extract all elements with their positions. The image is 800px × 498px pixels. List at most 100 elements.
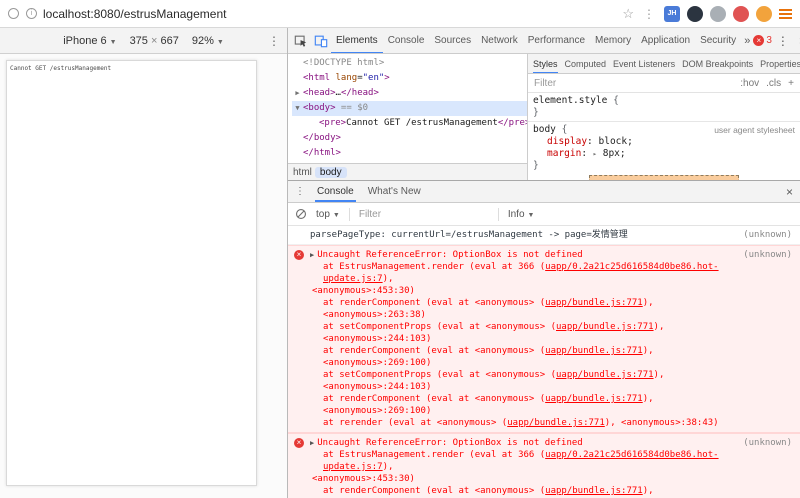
omnibox-menu-icon[interactable]: ⋮ <box>641 7 657 21</box>
tab-security[interactable]: Security <box>695 28 741 53</box>
bookmark-star-icon[interactable]: ☆ <box>622 6 634 22</box>
reload-icon[interactable] <box>8 8 19 19</box>
tab-styles[interactable]: Styles <box>533 54 558 73</box>
source-link[interactable]: uapp/bundle.js:771 <box>556 370 654 380</box>
device-screen[interactable]: Cannot GET /estrusManagement <box>6 60 257 486</box>
styles-rules: element.style { } body { user agent styl… <box>528 93 800 180</box>
message-source[interactable]: (unknown) <box>743 249 792 261</box>
expand-arrow-icon[interactable]: ▶ <box>292 86 303 101</box>
attr-value: "en" <box>362 73 385 83</box>
dom-node-doctype[interactable]: <!DOCTYPE html> <box>292 56 527 71</box>
tab-properties[interactable]: Properties <box>760 54 800 73</box>
extension-icon-jh[interactable]: JH <box>664 5 680 22</box>
dom-node-head[interactable]: ▶ <head>…</head> <box>292 86 527 101</box>
css-property-display[interactable]: display: block; <box>533 136 795 148</box>
device-emulation-pane: iPhone 6 ▼ 375 × 667 92% ▼ ⋮ Cannot GET /e… <box>0 28 288 498</box>
console-log-message[interactable]: parsePageType: currentUrl=/estrusManagem… <box>288 226 800 245</box>
console-error-message-1[interactable]: × ▶ Uncaught ReferenceError: OptionBox is… <box>288 245 800 433</box>
inline-style-rule[interactable]: element.style { <box>533 95 795 107</box>
page-info-icon[interactable]: i <box>26 8 37 19</box>
extension-icon-gray[interactable] <box>710 5 726 22</box>
console-error-message-2[interactable]: × ▶ Uncaught ReferenceError: OptionBox is… <box>288 433 800 498</box>
box-model-diagram[interactable]: margin 8 <box>589 175 739 180</box>
expand-stack-icon[interactable]: ▶ <box>310 439 314 447</box>
tab-application[interactable]: Application <box>636 28 695 53</box>
dimensions-separator: × <box>150 34 158 47</box>
execution-context-select[interactable]: top ▼ <box>316 209 340 220</box>
tab-network[interactable]: Network <box>476 28 523 53</box>
device-zoom-select[interactable]: 92% ▼ <box>192 35 224 47</box>
tab-dom-breakpoints[interactable]: DOM Breakpoints <box>682 54 753 73</box>
message-source[interactable]: (unknown) <box>743 437 792 449</box>
breadcrumb-body[interactable]: body <box>314 166 347 178</box>
css-property-margin[interactable]: margin: ▸ 8px; <box>533 148 795 160</box>
rule-selector: body <box>533 124 556 135</box>
drawer-menu-icon[interactable]: ⋮ <box>295 186 305 197</box>
log-level-select[interactable]: Info ▼ <box>508 209 535 220</box>
source-link[interactable]: uapp/bundle.js:771 <box>545 346 643 356</box>
stack-text: at EstrusManagement.render (eval at 366 … <box>323 450 546 460</box>
property-value: block; <box>598 136 633 147</box>
inspect-element-icon[interactable] <box>291 31 311 51</box>
tab-memory[interactable]: Memory <box>590 28 636 53</box>
source-link[interactable]: uapp/bundle.js:771 <box>507 418 605 428</box>
pseudo-state-toggle[interactable]: :hov <box>740 78 759 89</box>
device-more-options-icon[interactable]: ⋮ <box>268 34 280 48</box>
tag-text: <body> <box>303 103 336 113</box>
source-link[interactable]: uapp/bundle.js:771 <box>545 486 643 496</box>
dom-node-html-close[interactable]: </html> <box>292 146 527 161</box>
message-source[interactable]: (unknown) <box>743 229 792 241</box>
dom-node-html-open[interactable]: <html lang="en"> <box>292 71 527 86</box>
breadcrumb-html[interactable]: html <box>293 167 312 178</box>
device-select[interactable]: iPhone 6 ▼ <box>63 35 116 47</box>
error-count-badge[interactable]: × 3 <box>753 35 772 46</box>
tab-sources[interactable]: Sources <box>429 28 476 53</box>
property-separator: : <box>587 136 599 147</box>
box-model-margin-top-value[interactable]: 8 <box>662 178 666 180</box>
drawer-close-icon[interactable]: × <box>786 185 793 199</box>
device-width-field[interactable]: 375 <box>130 35 148 47</box>
tab-performance[interactable]: Performance <box>523 28 590 53</box>
styles-filter-input[interactable] <box>534 77 741 89</box>
console-filter-input[interactable] <box>358 208 489 220</box>
devtools-toolbar: Elements Console Sources Network Perform… <box>288 28 800 54</box>
extension-icon-red[interactable] <box>733 5 749 22</box>
extension-icon-dark[interactable] <box>687 5 703 22</box>
body-rule-head[interactable]: body { user agent stylesheet <box>533 124 795 136</box>
expand-stack-icon[interactable]: ▶ <box>310 251 314 259</box>
log-text: parsePageType: currentUrl=/estrusManagem… <box>310 230 628 240</box>
dom-node-body-selected[interactable]: ▼ <body> == $0 <box>292 101 527 116</box>
source-link[interactable]: uapp/bundle.js:771 <box>556 322 654 332</box>
extension-icon-orange[interactable] <box>756 5 772 22</box>
browser-menu-icon[interactable] <box>779 8 792 19</box>
more-tabs-icon[interactable]: » <box>741 35 753 47</box>
tab-event-listeners[interactable]: Event Listeners <box>613 54 675 73</box>
devtools-close-icon[interactable]: × <box>794 34 800 48</box>
collapse-arrow-icon[interactable]: ▼ <box>292 101 303 116</box>
stack-frame: at renderComponent (eval at <anonymous> … <box>310 297 730 321</box>
stack-text: ), <anonymous>:38:43) <box>604 418 719 428</box>
omnibox[interactable]: i localhost:8080/estrusManagement <box>26 3 615 25</box>
stack-frame: at renderComponent (eval at <anonymous> … <box>310 485 730 498</box>
tab-whats-new[interactable]: What's New <box>366 181 423 202</box>
devtools-menu-icon[interactable]: ⋮ <box>772 34 794 48</box>
tab-console[interactable]: Console <box>383 28 430 53</box>
url-text[interactable]: localhost:8080/estrusManagement <box>43 7 226 21</box>
dom-node-body-close[interactable]: </body> <box>292 131 527 146</box>
error-text: Uncaught ReferenceError: OptionBox is no… <box>317 250 583 260</box>
tab-elements[interactable]: Elements <box>331 28 383 53</box>
device-toolbar-toggle-icon[interactable] <box>311 31 331 51</box>
source-link[interactable]: uapp/bundle.js:771 <box>545 394 643 404</box>
tab-console-drawer[interactable]: Console <box>315 181 356 202</box>
tab-computed[interactable]: Computed <box>565 54 607 73</box>
chevron-down-icon: ▼ <box>527 211 535 219</box>
clear-console-icon[interactable] <box>295 208 307 220</box>
dom-node-pre[interactable]: <pre>Cannot GET /estrusManagement</pre> <box>292 116 527 131</box>
source-link[interactable]: uapp/bundle.js:771 <box>545 298 643 308</box>
error-icon: × <box>294 250 304 260</box>
new-rule-button[interactable]: + <box>788 78 794 89</box>
device-height-field[interactable]: 667 <box>160 35 178 47</box>
device-dimensions[interactable]: 375 × 667 <box>130 35 179 47</box>
class-toggle[interactable]: .cls <box>766 78 781 89</box>
tag-text: </head> <box>340 88 379 98</box>
